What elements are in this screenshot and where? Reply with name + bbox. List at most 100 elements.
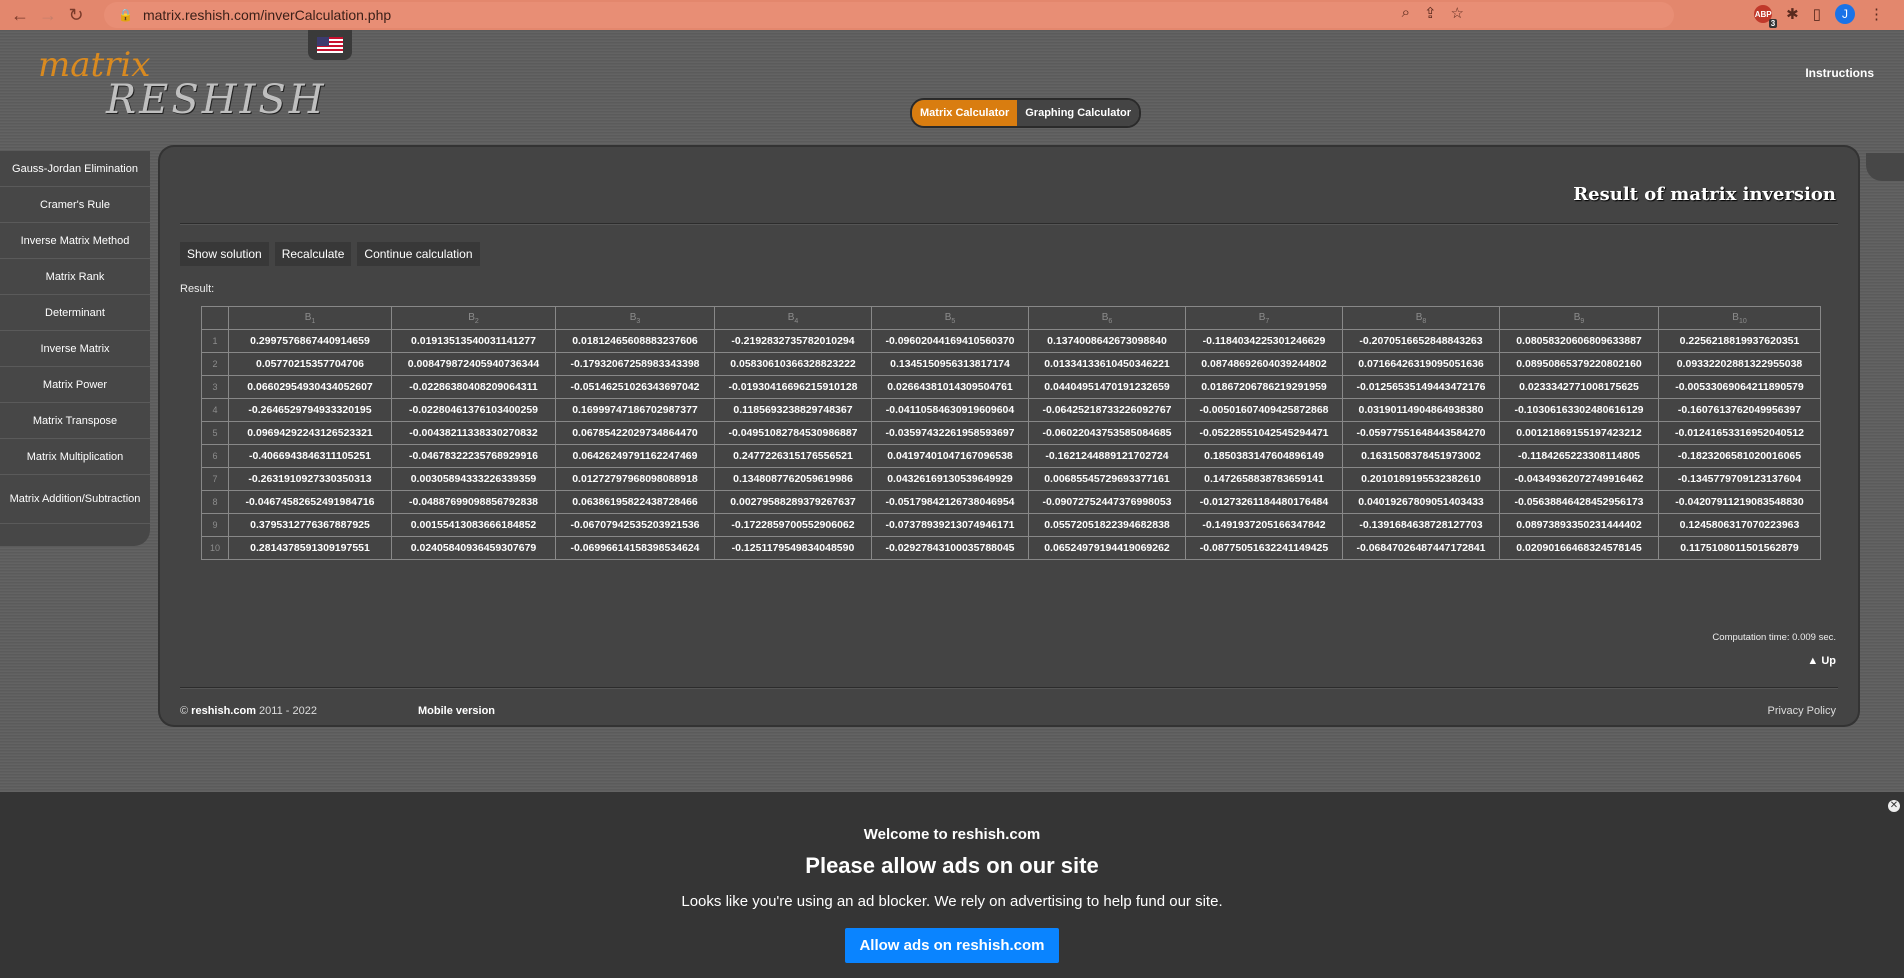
row-index: 2 <box>201 352 229 376</box>
table-row: 2 0.05770215357704706 0.008479872405940736… <box>201 352 1821 376</box>
recalculate-button[interactable]: Recalculate <box>274 242 352 266</box>
forward-icon[interactable]: → <box>34 1 62 29</box>
matrix-cell: -0.07378939213074946171 <box>871 513 1029 537</box>
table-row: 6 -0.4066943846311105251 -0.04678322235768… <box>201 444 1821 468</box>
matrix-cell: -0.04951082784530986887 <box>714 421 872 445</box>
row-index: 3 <box>201 375 229 399</box>
column-header: B3 <box>555 306 715 330</box>
matrix-cell: -0.1823206581020016065 <box>1658 444 1821 468</box>
close-icon[interactable]: ✕ <box>1888 800 1900 812</box>
profile-avatar[interactable]: J <box>1835 4 1855 24</box>
matrix-cell: 0.1175108011501562879 <box>1658 536 1821 560</box>
matrix-cell: 0.05572051822394682838 <box>1028 513 1186 537</box>
share-icon[interactable]: ⇪ <box>1424 4 1437 22</box>
matrix-cell: -0.09072752447376998053 <box>1028 490 1186 514</box>
scroll-up-link[interactable]: ▲ Up <box>1807 655 1836 667</box>
matrix-cell: 0.1631508378451973002 <box>1342 444 1500 468</box>
sidebar-item-determinant[interactable]: Determinant <box>0 295 150 331</box>
privacy-policy-link[interactable]: Privacy Policy <box>1768 705 1836 717</box>
matrix-cell: 0.09332202881322955038 <box>1658 352 1821 376</box>
matrix-cell: 0.01272797968098088918 <box>555 467 715 491</box>
matrix-cell: -0.2646529794933320195 <box>228 398 392 422</box>
row-index: 10 <box>201 536 229 560</box>
menu-kebab-icon[interactable]: ⋮ <box>1869 5 1884 23</box>
matrix-cell: -0.05228551042545294471 <box>1185 421 1343 445</box>
show-solution-button[interactable]: Show solution <box>180 242 269 266</box>
ad-welcome-text: Welcome to reshish.com <box>863 826 1041 843</box>
sidebar-item-gauss-jordan[interactable]: Gauss-Jordan Elimination <box>0 151 150 187</box>
matrix-cell: -0.00501607409425872868 <box>1185 398 1343 422</box>
matrix-cell: -0.02286380408209064311 <box>391 375 556 399</box>
sidebar-item-matrix-addition-subtraction[interactable]: Matrix Addition/Subtraction <box>0 475 150 524</box>
adblock-extension-icon[interactable]: ABP 3 <box>1754 5 1778 28</box>
site-logo[interactable]: matrix RESHISH <box>38 48 327 120</box>
matrix-cell: 0.00279588289379267637 <box>714 490 872 514</box>
instructions-link[interactable]: Instructions <box>1805 66 1874 80</box>
sidebar-item-matrix-rank[interactable]: Matrix Rank <box>0 259 150 295</box>
row-index: 5 <box>201 421 229 445</box>
matrix-cell: 0.01913513540031141277 <box>391 329 556 353</box>
matrix-calculator-tab[interactable]: Matrix Calculator <box>912 100 1018 126</box>
bookmark-star-icon[interactable]: ☆ <box>1451 4 1464 22</box>
matrix-cell: 0.00121869155197423212 <box>1499 421 1659 445</box>
matrix-cell: 0.1345150956313817174 <box>871 352 1029 376</box>
sidebar-item-cramers-rule[interactable]: Cramer's Rule <box>0 187 150 223</box>
back-icon[interactable]: ← <box>6 1 34 29</box>
column-header: B6 <box>1028 306 1186 330</box>
calculator-switch: Matrix Calculator Graphing Calculator <box>910 98 1141 128</box>
matrix-cell: 0.1850383147604896149 <box>1185 444 1343 468</box>
matrix-cell: 0.01334133610450346221 <box>1028 352 1186 376</box>
matrix-cell: 0.06426249791162247469 <box>555 444 715 468</box>
sidebar-item-matrix-transpose[interactable]: Matrix Transpose <box>0 403 150 439</box>
lock-icon: 🔒 <box>118 8 133 22</box>
main-panel: Result of matrix inversion Show solution… <box>160 147 1858 725</box>
right-side-tab[interactable] <box>1866 153 1904 181</box>
matrix-cell: 0.04326169130539649929 <box>871 467 1029 491</box>
language-selector[interactable] <box>308 30 352 60</box>
side-panel-icon[interactable]: ▯ <box>1813 5 1821 23</box>
matrix-cell: -0.1251179549834048590 <box>714 536 872 560</box>
matrix-cell: 0.01867206786219291959 <box>1185 375 1343 399</box>
mobile-version-link[interactable]: Mobile version <box>418 705 495 717</box>
matrix-cell: 0.03190114904864938380 <box>1342 398 1500 422</box>
browser-toolbar: ← → ↻ 🔒 matrix.reshish.com/inverCalculat… <box>0 0 1904 30</box>
zoom-icon[interactable]: ⌕ <box>1402 4 1410 22</box>
matrix-cell: -0.10306163302480616129 <box>1499 398 1659 422</box>
matrix-cell: -0.17932067258983343398 <box>555 352 715 376</box>
matrix-cell: 0.008479872405940736344 <box>391 352 556 376</box>
matrix-cell: 0.04404951470191232659 <box>1028 375 1186 399</box>
matrix-cell: 0.16999747186702987377 <box>555 398 715 422</box>
column-header: B4 <box>714 306 872 330</box>
sidebar-item-inverse-matrix[interactable]: Inverse Matrix <box>0 331 150 367</box>
matrix-cell: 0.2256218819937620351 <box>1658 329 1821 353</box>
row-index: 6 <box>201 444 229 468</box>
computation-time: Computation time: 0.009 sec. <box>1712 632 1836 643</box>
matrix-cell: -0.04349362072749916462 <box>1499 467 1659 491</box>
matrix-cell: 0.06386195822438728466 <box>555 490 715 514</box>
sidebar-item-matrix-multiplication[interactable]: Matrix Multiplication <box>0 439 150 475</box>
allow-ads-button[interactable]: Allow ads on reshish.com <box>845 928 1059 963</box>
matrix-cell: 0.00305894333226339359 <box>391 467 556 491</box>
matrix-cell: 0.0233342771008175625 <box>1499 375 1659 399</box>
table-row: 9 0.3795312776367887925 0.0015541308366618… <box>201 513 1821 537</box>
reload-icon[interactable]: ↻ <box>62 1 90 29</box>
matrix-cell: -0.00438211338330270832 <box>391 421 556 445</box>
copyright-brand[interactable]: reshish.com <box>191 705 256 717</box>
row-index: 4 <box>201 398 229 422</box>
sidebar-item-matrix-power[interactable]: Matrix Power <box>0 367 150 403</box>
matrix-cell: -0.06425218733226092767 <box>1028 398 1186 422</box>
continue-calculation-button[interactable]: Continue calculation <box>357 242 480 266</box>
matrix-cell: 0.1245806317070223963 <box>1658 513 1821 537</box>
page-title: Result of matrix inversion <box>1573 184 1836 205</box>
matrix-cell: 0.08973893350231444402 <box>1499 513 1659 537</box>
sidebar-item-inverse-matrix-method[interactable]: Inverse Matrix Method <box>0 223 150 259</box>
matrix-cell: 0.08748692604039244802 <box>1185 352 1343 376</box>
matrix-cell: -0.04674582652491984716 <box>228 490 392 514</box>
us-flag-icon <box>317 37 343 53</box>
matrix-cell: 0.07166426319095051636 <box>1342 352 1500 376</box>
graphing-calculator-tab[interactable]: Graphing Calculator <box>1017 100 1139 126</box>
extensions-puzzle-icon[interactable]: ✱ <box>1786 5 1799 23</box>
column-header: B1 <box>228 306 392 330</box>
row-index: 8 <box>201 490 229 514</box>
column-header: B7 <box>1185 306 1343 330</box>
